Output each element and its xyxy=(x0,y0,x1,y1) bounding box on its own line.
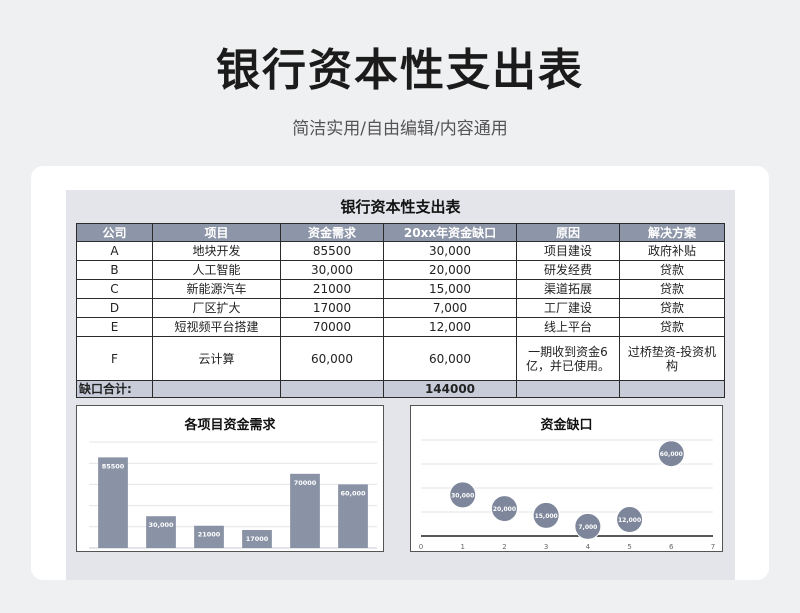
x-tick-label: 7 xyxy=(711,543,715,551)
cell-demand[interactable]: 70000 xyxy=(280,317,384,337)
x-tick-label: 2 xyxy=(502,543,506,551)
table-row: F 云计算 60,000 60,000 一期收到资金6亿，并已使用。 过桥垫资-… xyxy=(76,336,725,381)
x-tick-label: 6 xyxy=(669,543,674,551)
bubble-value-label: 20,000 xyxy=(493,506,516,513)
cell-reason[interactable]: 研发经费 xyxy=(516,260,620,280)
bar-value-label: 17000 xyxy=(246,535,269,543)
x-tick-label: 4 xyxy=(586,543,591,551)
expenditure-table: 公司 项目 资金需求 20xx年资金缺口 原因 解决方案 A 地块开发 8550… xyxy=(76,223,725,398)
cell-project[interactable]: 厂区扩大 xyxy=(152,298,281,318)
cell-demand[interactable]: 85500 xyxy=(280,241,384,261)
cell-solution[interactable]: 贷款 xyxy=(619,317,725,337)
column-header-gap[interactable]: 20xx年资金缺口 xyxy=(383,223,517,242)
cell-project[interactable]: 地块开发 xyxy=(152,241,281,261)
bar-value-label: 60,000 xyxy=(340,489,366,497)
cell-reason[interactable]: 线上平台 xyxy=(516,317,620,337)
bubble-value-label: 15,000 xyxy=(535,513,558,520)
table-row: E 短视频平台搭建 70000 12,000 线上平台 贷款 xyxy=(76,317,725,337)
column-header-demand[interactable]: 资金需求 xyxy=(280,223,384,242)
cell-project[interactable]: 短视频平台搭建 xyxy=(152,317,281,337)
table-header-row: 公司 项目 资金需求 20xx年资金缺口 原因 解决方案 xyxy=(76,223,725,242)
cell-gap[interactable]: 30,000 xyxy=(383,241,517,261)
table-row: C 新能源汽车 21000 15,000 渠道拓展 贷款 xyxy=(76,279,725,299)
cell-reason[interactable]: 项目建设 xyxy=(516,241,620,261)
x-tick-label: 3 xyxy=(544,543,548,551)
cell-solution[interactable]: 过桥垫资-投资机构 xyxy=(619,336,725,381)
cell-gap[interactable]: 7,000 xyxy=(383,298,517,318)
cell-reason[interactable]: 工厂建设 xyxy=(516,298,620,318)
cell-company[interactable]: B xyxy=(76,260,153,280)
empty-cell[interactable] xyxy=(619,380,725,398)
table-row: B 人工智能 30,000 20,000 研发经费 贷款 xyxy=(76,260,725,280)
bubble-value-label: 30,000 xyxy=(451,492,474,499)
total-value[interactable]: 144000 xyxy=(383,380,517,398)
column-header-reason[interactable]: 原因 xyxy=(516,223,620,242)
cell-reason[interactable]: 一期收到资金6亿，并已使用。 xyxy=(516,336,620,381)
spreadsheet-area: 银行资本性支出表 公司 项目 资金需求 20xx年资金缺口 原因 解决方案 A … xyxy=(66,190,735,580)
x-tick-label: 1 xyxy=(460,543,464,551)
cell-demand[interactable]: 60,000 xyxy=(280,336,384,381)
bubble-value-label: 7,000 xyxy=(578,524,597,531)
cell-project[interactable]: 新能源汽车 xyxy=(152,279,281,299)
x-tick-label: 5 xyxy=(627,543,631,551)
column-header-company[interactable]: 公司 xyxy=(76,223,153,242)
bar-value-label: 70000 xyxy=(294,479,317,487)
empty-cell[interactable] xyxy=(152,380,281,398)
page-subtitle: 简洁实用/自由编辑/内容通用 xyxy=(292,119,508,139)
cell-gap[interactable]: 12,000 xyxy=(383,317,517,337)
column-header-project[interactable]: 项目 xyxy=(152,223,281,242)
cell-company[interactable]: D xyxy=(76,298,153,318)
total-row: 缺口合计: 144000 xyxy=(76,380,725,398)
bar-value-label: 21000 xyxy=(198,531,221,539)
cell-company[interactable]: C xyxy=(76,279,153,299)
sheet-title: 银行资本性支出表 xyxy=(340,198,461,216)
cell-gap[interactable]: 20,000 xyxy=(383,260,517,280)
table-row: D 厂区扩大 17000 7,000 工厂建设 贷款 xyxy=(76,298,725,318)
cell-solution[interactable]: 政府补贴 xyxy=(619,241,725,261)
cell-project[interactable]: 云计算 xyxy=(152,336,281,381)
page-title: 银行资本性支出表 xyxy=(216,45,584,96)
cell-gap[interactable]: 15,000 xyxy=(383,279,517,299)
cell-reason[interactable]: 渠道拓展 xyxy=(516,279,620,299)
empty-cell[interactable] xyxy=(516,380,620,398)
total-label[interactable]: 缺口合计: xyxy=(76,380,153,398)
scatter-chart: 0 1 2 3 4 5 6 7 30,000 20,000 15,000 7,000 12,000 60,… xyxy=(419,439,715,551)
bar xyxy=(98,457,128,548)
cell-demand[interactable]: 30,000 xyxy=(280,260,384,280)
bar-value-label: 30,000 xyxy=(148,521,174,529)
column-header-solution[interactable]: 解决方案 xyxy=(619,223,725,242)
scatter-chart-panel[interactable]: 资金缺口 0 1 2 3 4 5 6 7 30,000 20,000 15,000 7,000 12,0… xyxy=(410,405,723,552)
bubble-value-label: 12,000 xyxy=(618,517,641,524)
cell-solution[interactable]: 贷款 xyxy=(619,260,725,280)
cell-company[interactable]: E xyxy=(76,317,153,337)
cell-company[interactable]: A xyxy=(76,241,153,261)
empty-cell[interactable] xyxy=(280,380,384,398)
cell-gap[interactable]: 60,000 xyxy=(383,336,517,381)
x-tick-label: 0 xyxy=(419,543,423,551)
cell-project[interactable]: 人工智能 xyxy=(152,260,281,280)
cell-company[interactable]: F xyxy=(76,336,153,381)
table-row: A 地块开发 85500 30,000 项目建设 政府补贴 xyxy=(76,241,725,261)
bar-value-label: 85500 xyxy=(102,462,125,470)
cell-solution[interactable]: 贷款 xyxy=(619,279,725,299)
cell-demand[interactable]: 17000 xyxy=(280,298,384,318)
bar-chart-panel[interactable]: 各项目资金需求 85500A30,000B21000C17000D70000E6… xyxy=(76,405,384,552)
cell-demand[interactable]: 21000 xyxy=(280,279,384,299)
cell-solution[interactable]: 贷款 xyxy=(619,298,725,318)
bar-chart: 85500A30,000B21000C17000D70000E60,000F xyxy=(89,441,377,549)
bubble-value-label: 60,000 xyxy=(660,451,683,458)
